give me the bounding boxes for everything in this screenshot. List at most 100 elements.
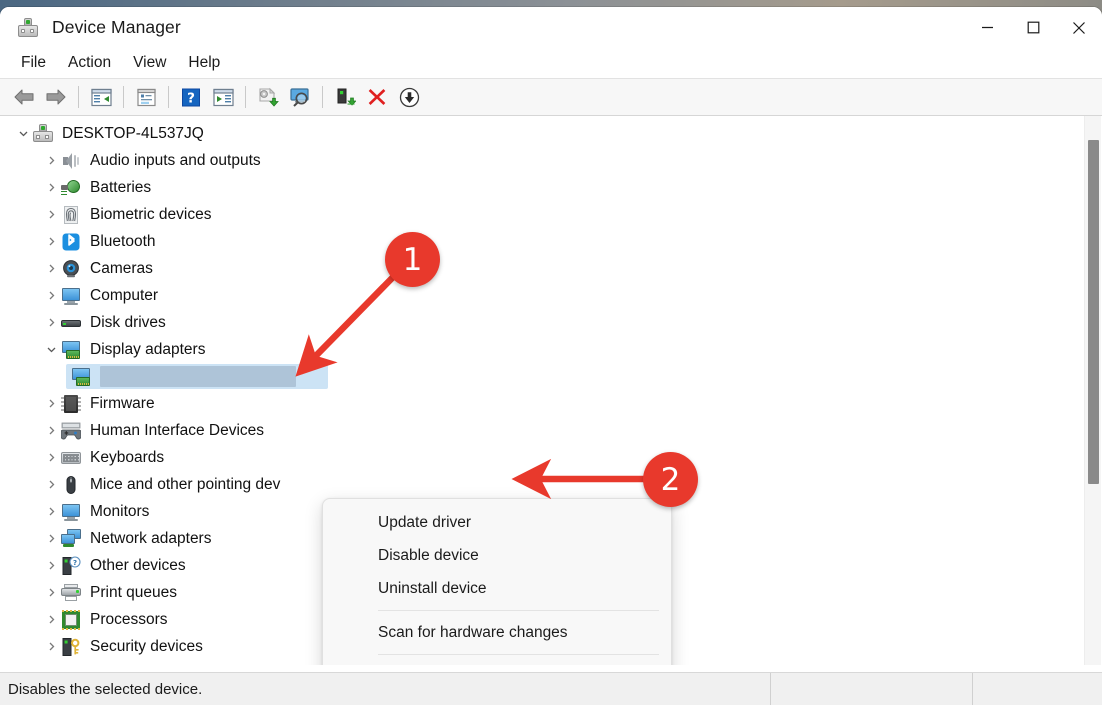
device-manager-icon bbox=[17, 17, 39, 39]
toolbar-separator bbox=[123, 86, 124, 108]
tree-item-bluetooth[interactable]: Bluetooth bbox=[0, 228, 1102, 255]
console-tree-icon bbox=[90, 88, 112, 106]
properties-button[interactable] bbox=[131, 83, 161, 111]
annotation-badge-1: 1 bbox=[385, 232, 440, 287]
tree-item-biometric-devices[interactable]: Biometric devices bbox=[0, 201, 1102, 228]
chevron-right-icon[interactable] bbox=[42, 309, 60, 336]
context-menu-separator bbox=[378, 654, 659, 655]
printer-icon bbox=[60, 582, 82, 604]
vertical-scrollbar[interactable] bbox=[1084, 116, 1101, 665]
context-menu-item-disable-device[interactable]: Disable device bbox=[323, 539, 671, 572]
tree-item-label: Processors bbox=[90, 610, 168, 628]
status-message: Disables the selected device. bbox=[8, 680, 203, 698]
chevron-right-icon[interactable] bbox=[42, 471, 60, 498]
monitor-icon bbox=[60, 285, 82, 307]
battery-icon bbox=[60, 177, 82, 199]
hid-gamepad-icon bbox=[60, 420, 82, 442]
menu-view[interactable]: View bbox=[122, 51, 177, 75]
chevron-down-icon[interactable] bbox=[14, 120, 32, 147]
chevron-right-icon[interactable] bbox=[42, 282, 60, 309]
scan-hardware-icon bbox=[289, 88, 309, 107]
maximize-button[interactable] bbox=[1010, 7, 1056, 48]
tree-item-display-adapters[interactable]: Display adapters bbox=[0, 336, 1102, 363]
scan-hardware-changes-button[interactable] bbox=[285, 83, 315, 111]
annotation-arrow-2 bbox=[511, 458, 652, 500]
speaker-icon bbox=[60, 150, 82, 172]
chevron-right-icon[interactable] bbox=[42, 444, 60, 471]
forward-button[interactable] bbox=[41, 83, 71, 111]
forward-arrow-icon bbox=[46, 89, 66, 105]
tree-item-label: Firmware bbox=[90, 394, 155, 412]
tree-item-computer[interactable]: Computer bbox=[0, 282, 1102, 309]
keyboard-icon bbox=[60, 447, 82, 469]
chevron-right-icon[interactable] bbox=[42, 579, 60, 606]
chevron-right-icon[interactable] bbox=[42, 552, 60, 579]
tree-item-label: Audio inputs and outputs bbox=[90, 151, 261, 169]
minimize-button[interactable] bbox=[964, 7, 1010, 48]
scrollbar-thumb[interactable] bbox=[1088, 140, 1099, 484]
svg-text:?: ? bbox=[73, 559, 77, 567]
firmware-chip-icon bbox=[60, 393, 82, 415]
help-question-icon: ? bbox=[182, 88, 200, 106]
chevron-right-icon[interactable] bbox=[42, 498, 60, 525]
tree-item-label: Cameras bbox=[90, 259, 153, 277]
tree-item-audio-inputs-and-outputs[interactable]: Audio inputs and outputs bbox=[0, 147, 1102, 174]
tree-root-node[interactable]: DESKTOP-4L537JQ bbox=[0, 120, 1102, 147]
uninstall-device-button[interactable] bbox=[362, 83, 392, 111]
chevron-right-icon[interactable] bbox=[42, 174, 60, 201]
disable-device-button[interactable] bbox=[394, 83, 424, 111]
help-button[interactable]: ? bbox=[176, 83, 206, 111]
mouse-icon bbox=[60, 474, 82, 496]
context-menu-item-uninstall-device[interactable]: Uninstall device bbox=[323, 572, 671, 605]
annotation-badge-2: 2 bbox=[643, 452, 698, 507]
processor-icon bbox=[60, 609, 82, 631]
maximize-icon bbox=[1027, 21, 1039, 34]
window-controls bbox=[964, 7, 1102, 48]
context-menu-item-properties[interactable]: Properties bbox=[323, 660, 671, 665]
back-button[interactable] bbox=[9, 83, 39, 111]
chevron-right-icon[interactable] bbox=[42, 633, 60, 660]
menu-action[interactable]: Action bbox=[57, 51, 122, 75]
update-driver-icon bbox=[258, 87, 279, 107]
context-menu-item-scan-for-hardware-changes[interactable]: Scan for hardware changes bbox=[323, 616, 671, 649]
show-hide-console-tree-button[interactable] bbox=[86, 83, 116, 111]
update-driver-button[interactable] bbox=[253, 83, 283, 111]
title-bar: Device Manager bbox=[0, 7, 1102, 48]
enable-device-button[interactable] bbox=[330, 83, 360, 111]
monitor-icon bbox=[60, 501, 82, 523]
tree-item-human-interface-devices[interactable]: Human Interface Devices bbox=[0, 417, 1102, 444]
context-menu: Update driver Disable device Uninstall d… bbox=[322, 498, 672, 665]
tree-item-label: Display adapters bbox=[90, 340, 206, 358]
menu-file[interactable]: File bbox=[10, 51, 57, 75]
window-title: Device Manager bbox=[52, 17, 181, 37]
tree-item-firmware[interactable]: Firmware bbox=[0, 390, 1102, 417]
enable-device-icon bbox=[337, 88, 356, 106]
back-arrow-icon bbox=[14, 89, 34, 105]
chevron-right-icon[interactable] bbox=[42, 525, 60, 552]
chevron-right-icon[interactable] bbox=[42, 228, 60, 255]
show-hide-action-pane-button[interactable] bbox=[208, 83, 238, 111]
chevron-down-icon[interactable] bbox=[42, 336, 60, 363]
context-menu-item-update-driver[interactable]: Update driver bbox=[323, 506, 671, 539]
close-button[interactable] bbox=[1056, 7, 1102, 48]
tree-item-label: Biometric devices bbox=[90, 205, 212, 223]
tree-item-batteries[interactable]: Batteries bbox=[0, 174, 1102, 201]
chevron-right-icon[interactable] bbox=[42, 417, 60, 444]
uninstall-red-x-icon bbox=[368, 89, 386, 105]
chevron-right-icon[interactable] bbox=[42, 201, 60, 228]
menu-help[interactable]: Help bbox=[177, 51, 231, 75]
chevron-right-icon[interactable] bbox=[42, 606, 60, 633]
tree-item-label: Bluetooth bbox=[90, 232, 156, 250]
chevron-right-icon[interactable] bbox=[42, 147, 60, 174]
tree-item-label: Human Interface Devices bbox=[90, 421, 265, 439]
chevron-right-icon[interactable] bbox=[42, 255, 60, 282]
tree-item-disk-drives[interactable]: Disk drives bbox=[0, 309, 1102, 336]
chevron-right-icon[interactable] bbox=[42, 390, 60, 417]
status-bar: Disables the selected device. bbox=[0, 672, 1102, 705]
menu-bar: File Action View Help bbox=[0, 48, 1102, 79]
tree-item-cameras[interactable]: Cameras bbox=[0, 255, 1102, 282]
tree-item-label: Disk drives bbox=[90, 313, 166, 331]
tree-item-selected-display-device[interactable] bbox=[0, 363, 1102, 390]
desktop-background: Device Manager File Action View Help ? D… bbox=[0, 0, 1102, 705]
tree-item-label: Network adapters bbox=[90, 529, 212, 547]
